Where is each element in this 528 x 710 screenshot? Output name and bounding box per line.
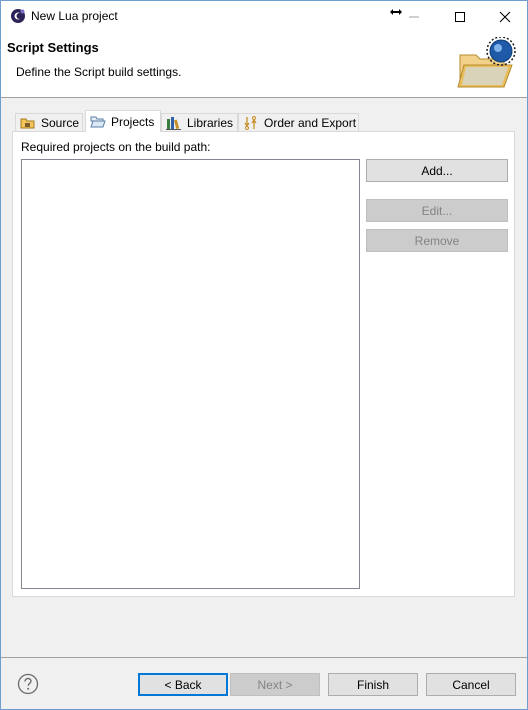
add-button[interactable]: Add... xyxy=(366,159,508,182)
source-folder-icon xyxy=(20,116,36,130)
minimize-icon xyxy=(409,16,419,17)
eclipse-lua-icon xyxy=(10,8,26,24)
minimize-button[interactable] xyxy=(391,1,437,32)
finish-button[interactable]: Finish xyxy=(328,673,418,696)
tab-libraries-label: Libraries xyxy=(187,116,234,130)
wizard-window: New Lua project Script Settings Define t… xyxy=(0,0,528,710)
title-bar[interactable]: New Lua project xyxy=(1,1,527,32)
page-title: Script Settings xyxy=(7,40,99,55)
cancel-button[interactable]: Cancel xyxy=(426,673,516,696)
required-projects-list[interactable] xyxy=(21,159,360,589)
tab-projects[interactable]: Projects xyxy=(85,110,161,132)
libraries-icon xyxy=(166,116,182,130)
close-icon xyxy=(499,11,511,22)
next-button[interactable]: Next > xyxy=(230,673,320,696)
footer-separator xyxy=(1,657,527,658)
tab-source[interactable]: Source xyxy=(15,113,83,132)
tab-source-label: Source xyxy=(41,116,80,130)
window-title: New Lua project xyxy=(31,9,118,23)
folder-wizard-icon xyxy=(454,36,520,93)
maximize-button[interactable] xyxy=(437,1,483,32)
maximize-icon xyxy=(455,11,465,22)
tab-projects-label: Projects xyxy=(111,114,155,129)
page-description: Define the Script build settings. xyxy=(16,65,182,79)
edit-button[interactable]: Edit... xyxy=(366,199,508,222)
close-button[interactable] xyxy=(482,1,528,32)
required-projects-label: Required projects on the build path: xyxy=(21,140,211,154)
help-icon xyxy=(17,673,39,695)
tab-libraries[interactable]: Libraries xyxy=(161,113,238,132)
order-export-icon xyxy=(243,116,259,130)
wizard-header: Script Settings Define the Script build … xyxy=(1,32,527,98)
tab-order-and-export[interactable]: Order and Export xyxy=(238,113,359,132)
open-folder-icon xyxy=(90,115,106,129)
remove-button[interactable]: Remove xyxy=(366,229,508,252)
help-button[interactable] xyxy=(17,673,39,695)
back-button[interactable]: < Back xyxy=(138,673,228,696)
tab-order-and-export-label: Order and Export xyxy=(264,116,357,130)
